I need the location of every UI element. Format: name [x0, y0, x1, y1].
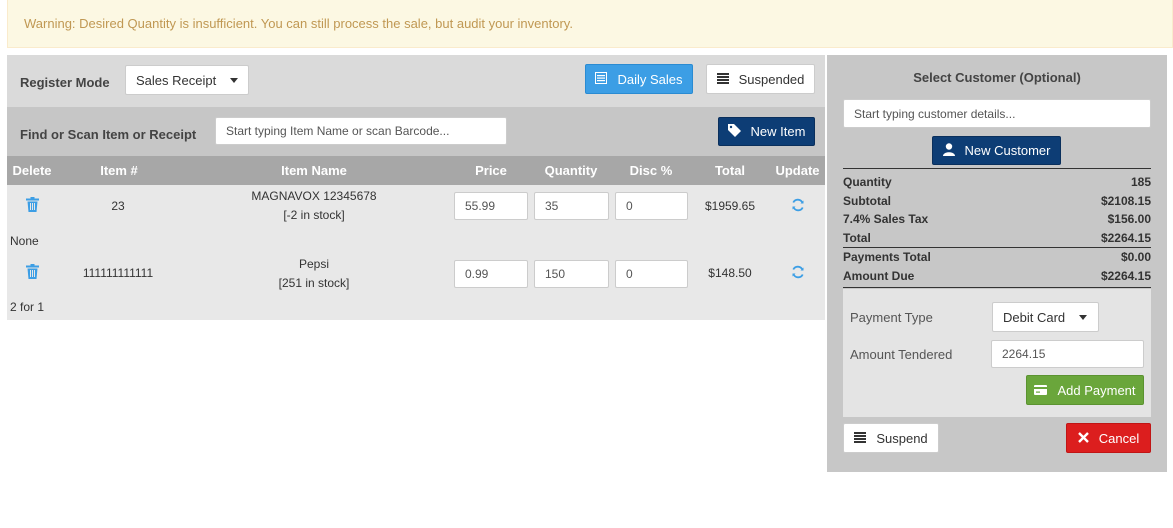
suspended-label: Suspended	[738, 71, 805, 87]
quantity-input[interactable]	[534, 260, 609, 288]
daily-sales-label: Daily Sales	[617, 71, 683, 87]
summary-quantity: Quantity 185	[843, 175, 1151, 189]
item-name: Pepsi	[298, 257, 330, 271]
header-total: Total	[714, 163, 746, 178]
credit-card-icon	[1034, 383, 1048, 398]
divider	[843, 168, 1151, 169]
divider	[843, 287, 1151, 288]
item-search-input[interactable]	[215, 117, 507, 145]
header-quantity: Quantity	[544, 163, 598, 178]
chevron-down-icon	[1079, 314, 1088, 320]
tag-icon	[727, 123, 741, 140]
item-description: None	[10, 234, 39, 248]
cancel-button[interactable]: Cancel	[1066, 423, 1151, 453]
daily-sales-button[interactable]: Daily Sales	[585, 64, 693, 94]
summary-subtotal: Subtotal $2108.15	[843, 194, 1151, 208]
customer-search-input[interactable]	[843, 99, 1151, 128]
header-update: Update	[775, 163, 820, 178]
cart-table-header: Delete Item # Item Name Price Quantity D…	[7, 156, 825, 185]
list-icon	[716, 72, 729, 87]
item-stock: [-2 in stock]	[283, 208, 345, 222]
find-item-label: Find or Scan Item or Receipt	[20, 127, 197, 142]
quantity-input[interactable]	[534, 192, 609, 220]
summary-payments-total: Payments Total $0.00	[843, 250, 1151, 264]
header-item-name: Item Name	[281, 163, 347, 178]
discount-input[interactable]	[615, 192, 688, 220]
user-icon	[942, 142, 955, 159]
line-total: $1959.65	[704, 199, 756, 213]
suspended-sales-button[interactable]: Suspended	[706, 64, 815, 94]
refresh-icon[interactable]	[791, 198, 805, 215]
header-price: Price	[475, 163, 507, 178]
warning-alert: Warning: Desired Quantity is insufficien…	[7, 0, 1173, 48]
item-stock: [251 in stock]	[278, 276, 350, 290]
cancel-label: Cancel	[1098, 430, 1140, 446]
new-customer-label: New Customer	[964, 143, 1051, 158]
list-icon	[854, 431, 867, 446]
add-payment-button[interactable]: Add Payment	[1026, 375, 1144, 405]
new-item-button[interactable]: New Item	[718, 117, 815, 146]
payment-type-dropdown[interactable]: Debit Card	[992, 302, 1099, 332]
new-item-label: New Item	[750, 124, 806, 139]
header-discount: Disc %	[629, 163, 673, 178]
trash-icon[interactable]	[26, 197, 39, 215]
refresh-icon[interactable]	[791, 265, 805, 282]
item-name: MAGNAVOX 12345678	[251, 189, 377, 203]
payment-type-label: Payment Type	[850, 310, 933, 325]
amount-tendered-input[interactable]	[991, 340, 1144, 368]
line-total: $148.50	[708, 266, 752, 280]
header-delete: Delete	[12, 163, 52, 178]
item-description: 2 for 1	[10, 300, 45, 314]
list-alt-icon	[595, 71, 608, 87]
summary-tax: 7.4% Sales Tax $156.00	[843, 212, 1151, 226]
register-mode-value: Sales Receipt	[136, 72, 217, 88]
header-item-number: Item #	[100, 163, 138, 178]
discount-input[interactable]	[615, 260, 688, 288]
suspend-button[interactable]: Suspend	[843, 423, 939, 453]
item-number: 23	[111, 199, 125, 213]
item-number: 111111111111	[82, 266, 154, 280]
amount-tendered-label: Amount Tendered	[850, 347, 953, 362]
trash-icon[interactable]	[26, 264, 39, 282]
suspend-label: Suspend	[876, 430, 928, 446]
select-customer-title: Select Customer (Optional)	[913, 70, 1081, 85]
register-mode-label: Register Mode	[20, 75, 110, 90]
price-input[interactable]	[454, 192, 528, 220]
chevron-down-icon	[230, 77, 239, 83]
summary-total: Total $2264.15	[843, 231, 1151, 245]
divider	[843, 247, 1151, 248]
summary-amount-due: Amount Due $2264.15	[843, 269, 1151, 283]
add-payment-label: Add Payment	[1057, 382, 1136, 398]
new-customer-button[interactable]: New Customer	[932, 136, 1061, 165]
register-mode-dropdown[interactable]: Sales Receipt	[125, 65, 249, 95]
close-icon	[1077, 431, 1089, 446]
payment-type-value: Debit Card	[1003, 309, 1066, 325]
price-input[interactable]	[454, 260, 528, 288]
